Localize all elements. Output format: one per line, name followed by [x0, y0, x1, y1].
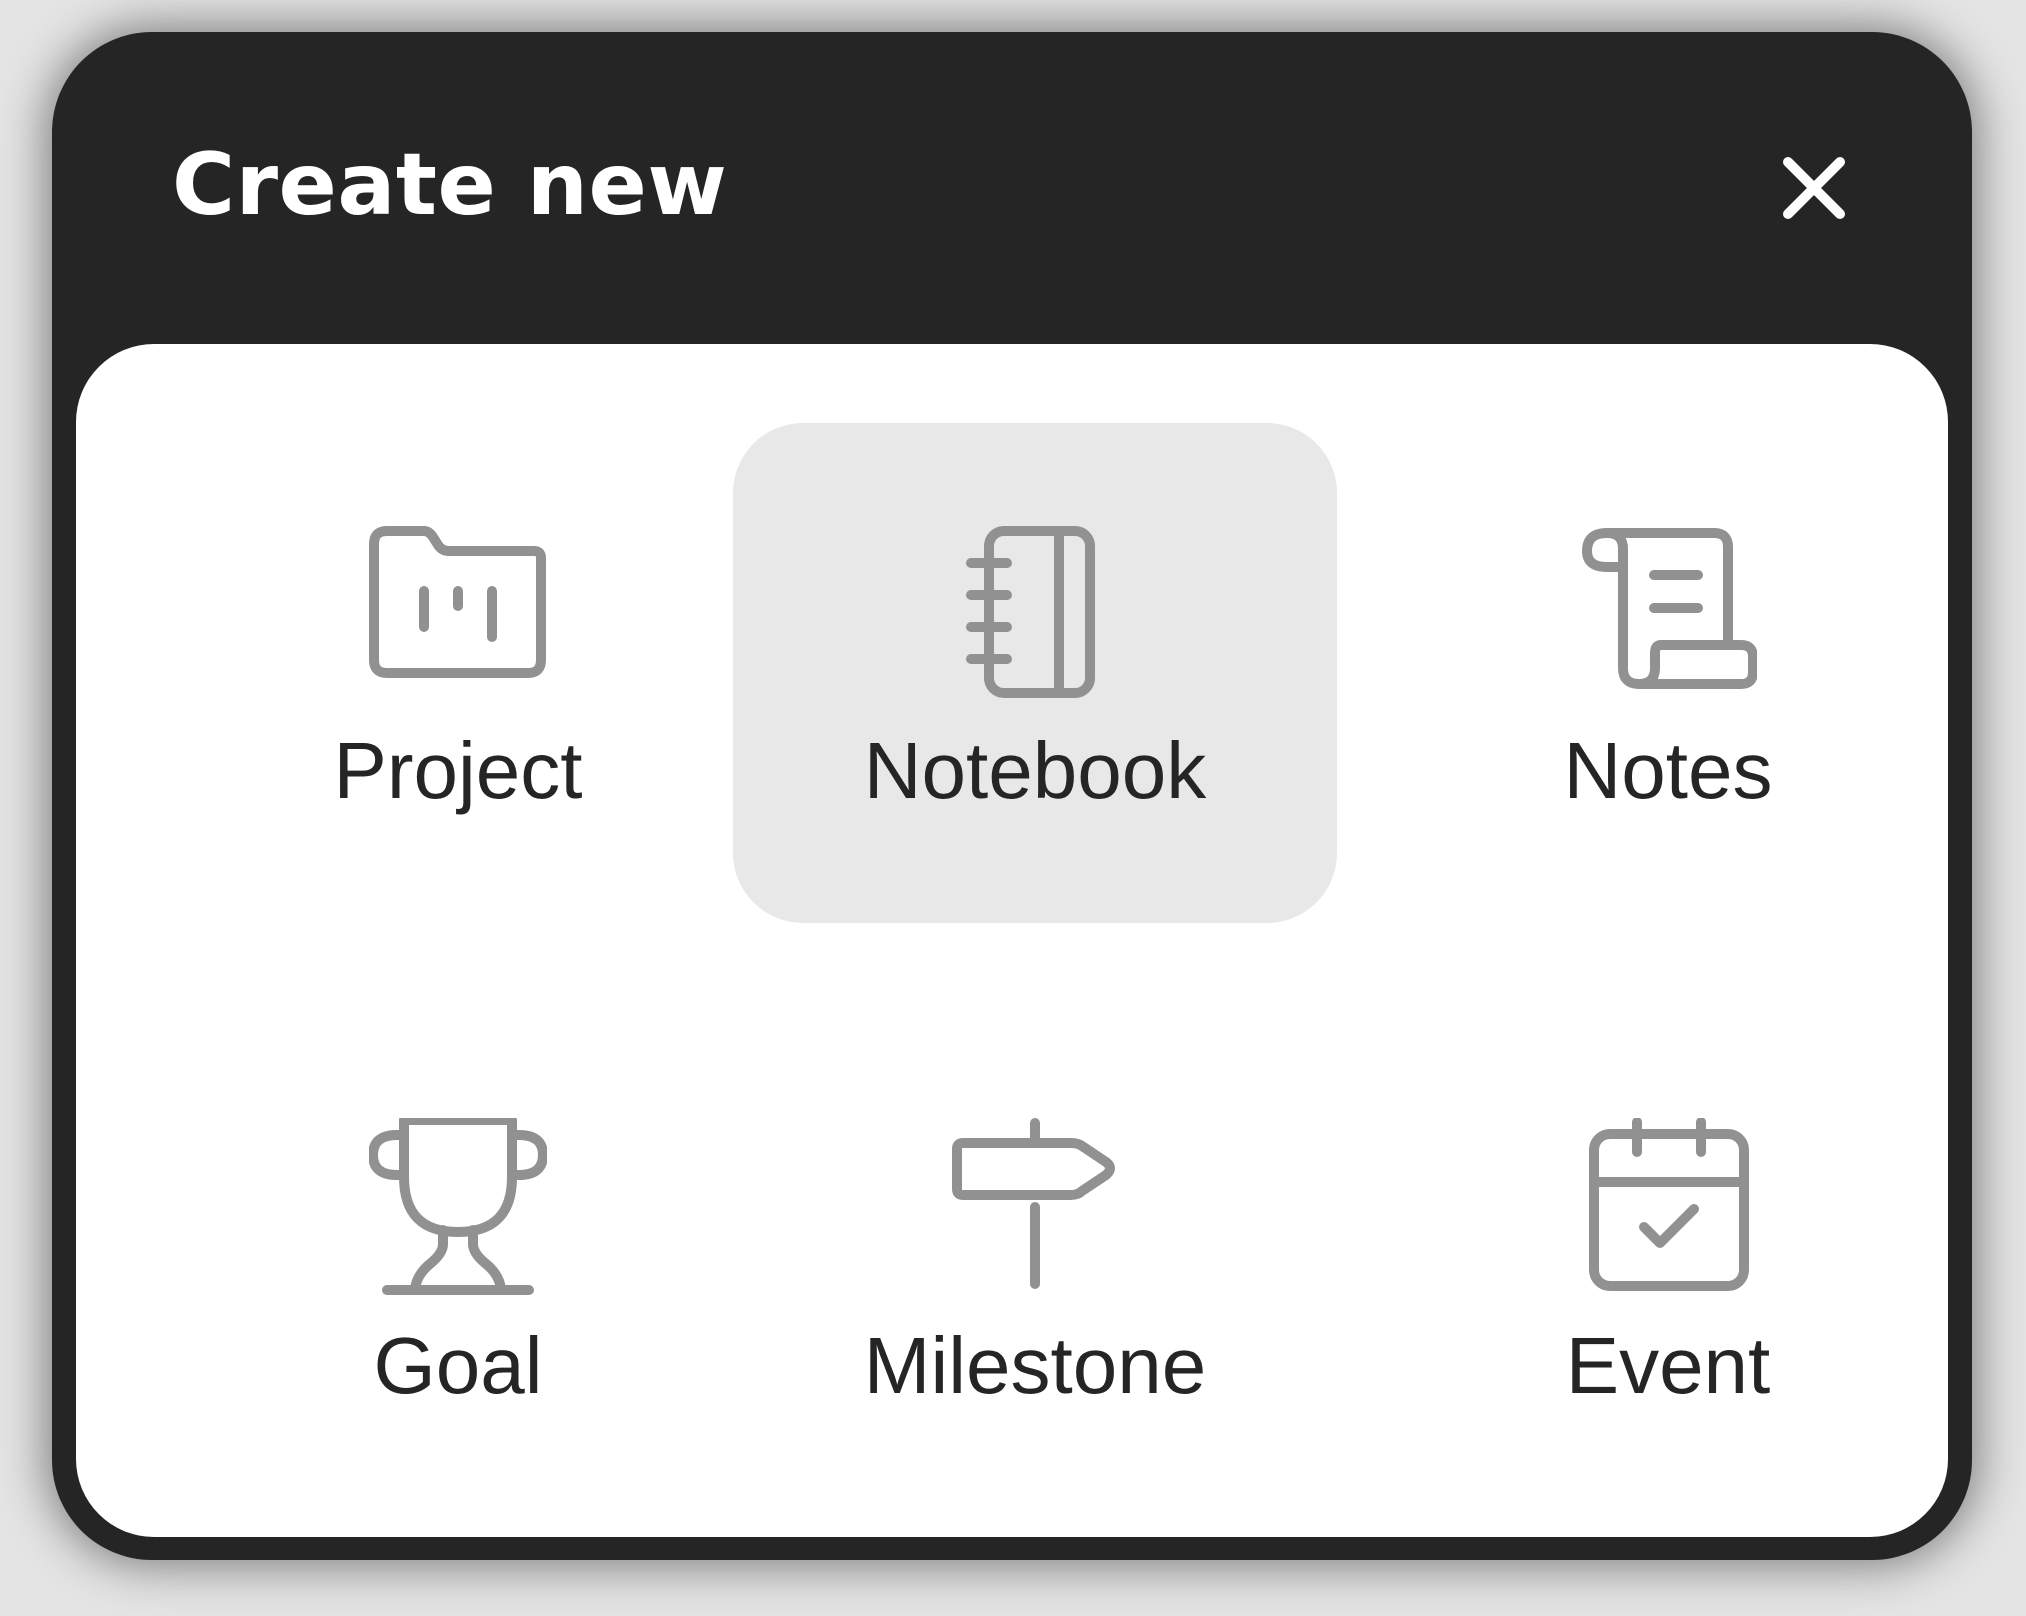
option-label: Milestone — [863, 1321, 1207, 1410]
option-notebook[interactable]: Notebook — [733, 423, 1337, 923]
option-project[interactable]: Project — [156, 423, 760, 923]
option-label: Goal — [373, 1321, 543, 1410]
option-label: Event — [1565, 1321, 1771, 1410]
option-label: Project — [333, 726, 583, 815]
option-event[interactable]: Event — [1366, 1018, 1970, 1518]
trophy-icon — [369, 1118, 547, 1296]
signpost-icon — [946, 1118, 1124, 1296]
dialog-title: Create new — [172, 135, 728, 235]
create-new-dialog: Create new Project Notebook Notes Goal M… — [52, 32, 1972, 1560]
close-button[interactable] — [1774, 148, 1854, 228]
option-goal[interactable]: Goal — [156, 1018, 760, 1518]
scroll-icon — [1579, 523, 1757, 701]
option-label: Notes — [1563, 726, 1773, 815]
options-panel: Project Notebook Notes Goal Milestone Ev… — [76, 344, 1948, 1537]
folder-chart-icon — [369, 523, 547, 701]
close-icon — [1783, 157, 1845, 219]
notebook-icon — [946, 523, 1124, 701]
calendar-check-icon — [1579, 1118, 1757, 1296]
option-milestone[interactable]: Milestone — [733, 1018, 1337, 1518]
option-label: Notebook — [863, 726, 1207, 815]
option-notes[interactable]: Notes — [1366, 423, 1970, 923]
